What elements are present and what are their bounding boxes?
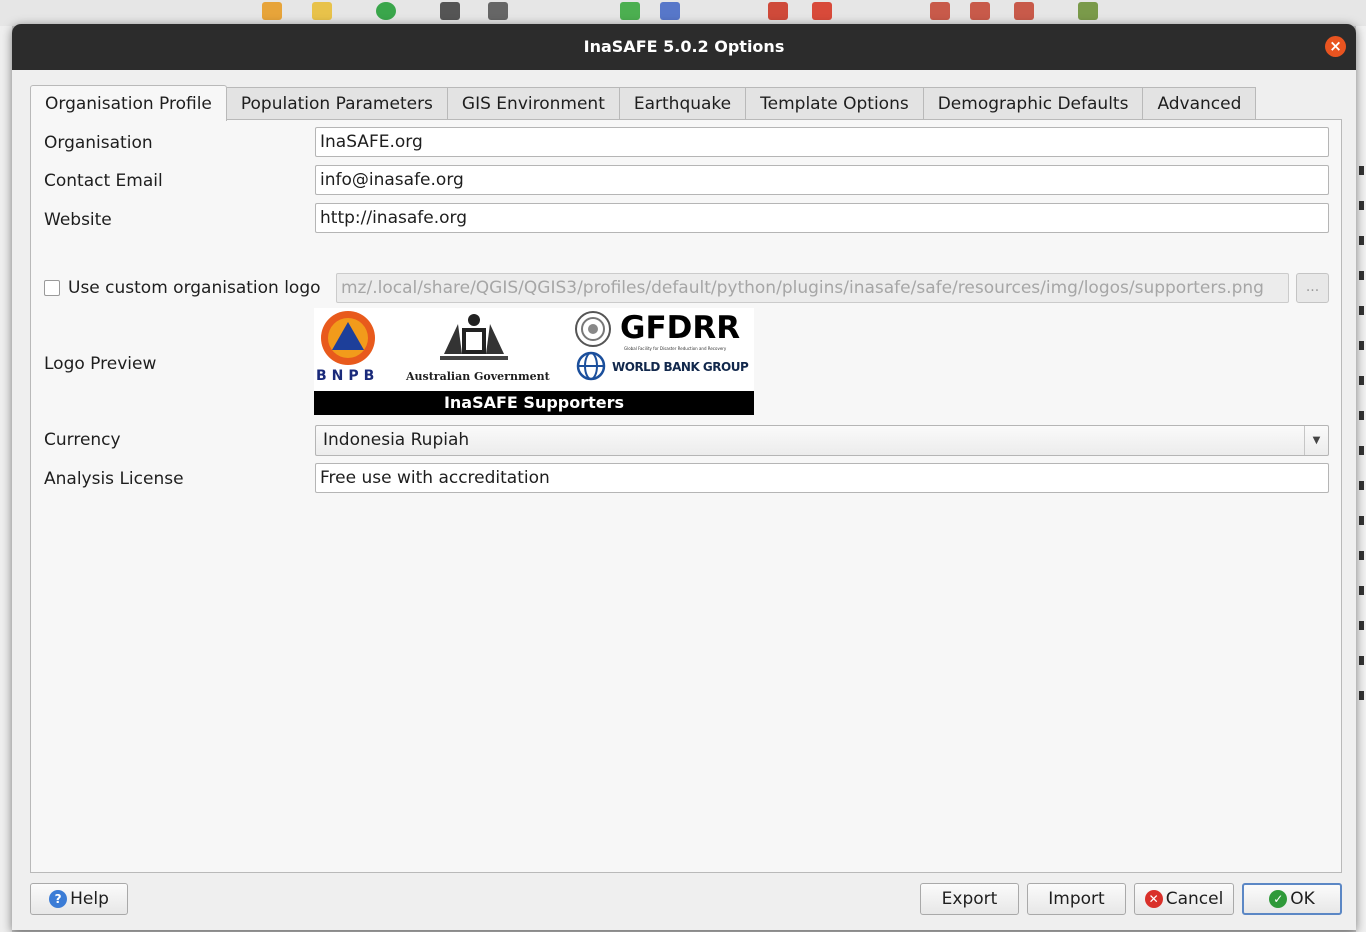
tab-organisation-profile[interactable]: Organisation Profile	[30, 85, 227, 121]
gfdrr-subtitle: Global Facility for Disaster Reduction a…	[624, 346, 727, 351]
ok-button-label: OK	[1290, 889, 1315, 909]
ok-button[interactable]: ✓ OK	[1242, 883, 1342, 915]
help-button[interactable]: ? Help	[30, 883, 128, 915]
logo-preview-image: BNPB Australian Government GFDRR Global …	[314, 308, 754, 415]
chevron-down-icon[interactable]: ▼	[1304, 426, 1328, 455]
import-button[interactable]: Import	[1027, 883, 1126, 915]
toolbar-icon	[312, 2, 332, 20]
toolbar-icon	[620, 2, 640, 20]
bnpb-logo-text: BNPB	[316, 368, 380, 384]
toolbar-icon	[768, 2, 788, 20]
options-dialog: InaSAFE 5.0.2 Options × Organisation Pro…	[12, 24, 1356, 930]
check-icon: ✓	[1269, 890, 1288, 908]
tab-template-options[interactable]: Template Options	[746, 87, 924, 120]
currency-label: Currency	[44, 430, 121, 450]
organisation-field[interactable]: InaSAFE.org	[315, 127, 1329, 157]
tab-advanced[interactable]: Advanced	[1143, 87, 1257, 120]
browse-logo-button: ...	[1296, 273, 1329, 303]
toolbar-icon	[660, 2, 680, 20]
world-bank-group-text: WORLD BANK GROUP	[612, 360, 749, 374]
cancel-button-label: Cancel	[1165, 889, 1224, 909]
tab-bar: Organisation Profile Population Paramete…	[30, 84, 1257, 121]
toolbar-icon	[262, 2, 282, 20]
currency-selected-value: Indonesia Rupiah	[323, 430, 470, 450]
background-panel-left	[0, 26, 12, 932]
close-icon[interactable]: ×	[1325, 36, 1346, 57]
help-button-label: Help	[70, 889, 109, 909]
toolbar-icon	[930, 2, 950, 20]
toolbar-icon	[970, 2, 990, 20]
website-field[interactable]: http://inasafe.org	[315, 203, 1329, 233]
analysis-license-field[interactable]: Free use with accreditation	[315, 463, 1329, 493]
custom-logo-checkbox[interactable]	[44, 280, 60, 296]
tab-earthquake[interactable]: Earthquake	[619, 87, 747, 120]
tab-gis-environment[interactable]: GIS Environment	[447, 87, 620, 120]
contact-email-field[interactable]: info@inasafe.org	[315, 165, 1329, 195]
toolbar-icon	[488, 2, 508, 20]
gfdrr-text: GFDRR	[620, 310, 741, 346]
australian-government-text: Australian Government	[406, 370, 550, 383]
toolbar-icon	[1078, 2, 1098, 20]
toolbar-icon	[1014, 2, 1034, 20]
toolbar-icon	[812, 2, 832, 20]
tab-demographic-defaults[interactable]: Demographic Defaults	[923, 87, 1144, 120]
cancel-icon: ✕	[1144, 890, 1163, 908]
website-label: Website	[44, 210, 112, 230]
cancel-button[interactable]: ✕ Cancel	[1134, 883, 1234, 915]
export-button-label: Export	[941, 889, 998, 909]
custom-logo-path-field: mz/.local/share/QGIS/QGIS3/profiles/defa…	[336, 273, 1289, 303]
background-panel-right	[1356, 26, 1366, 932]
help-icon: ?	[49, 890, 68, 908]
logo-preview-label: Logo Preview	[44, 354, 157, 374]
currency-select[interactable]: Indonesia Rupiah ▼	[315, 425, 1329, 456]
custom-logo-label: Use custom organisation logo	[68, 278, 321, 298]
gfdrr-globe-logo	[575, 311, 611, 347]
australian-coat-of-arms-logo	[440, 314, 508, 360]
title-bar: InaSAFE 5.0.2 Options ×	[12, 24, 1356, 70]
window-title: InaSAFE 5.0.2 Options	[583, 37, 785, 56]
organisation-profile-pane: Organisation InaSAFE.org Contact Email i…	[30, 119, 1342, 873]
inasafe-supporters-band: InaSAFE Supporters	[314, 391, 754, 415]
toolbar-icon	[376, 2, 396, 20]
contact-email-label: Contact Email	[44, 171, 163, 191]
tab-population-parameters[interactable]: Population Parameters	[226, 87, 448, 120]
import-button-label: Import	[1048, 889, 1105, 909]
export-button[interactable]: Export	[920, 883, 1019, 915]
analysis-license-label: Analysis License	[44, 469, 184, 489]
organisation-label: Organisation	[44, 133, 153, 153]
background-qgis-toolbar	[0, 0, 1366, 26]
world-bank-globe-logo	[576, 351, 606, 381]
toolbar-icon	[440, 2, 460, 20]
bnpb-logo	[321, 311, 375, 365]
